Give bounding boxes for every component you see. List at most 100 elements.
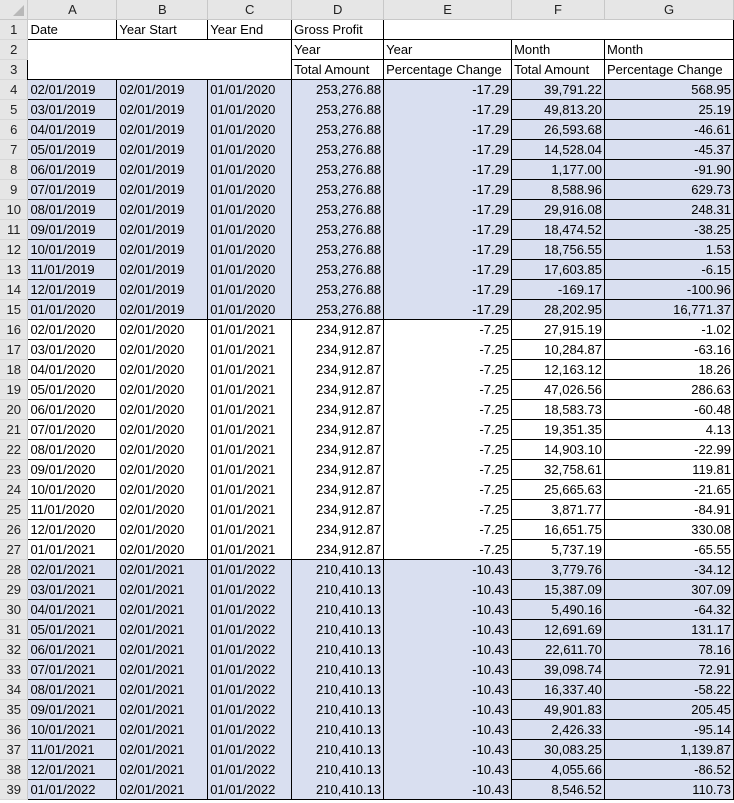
- cell-year-end[interactable]: 01/01/2021: [207, 339, 293, 360]
- cell-c1[interactable]: Year End: [207, 19, 293, 40]
- cell-month-total-amount[interactable]: 49,813.20: [511, 99, 605, 120]
- cell-month-total-amount[interactable]: 32,758.61: [511, 459, 605, 480]
- row-header[interactable]: 8: [0, 159, 29, 180]
- cell-month-total-amount[interactable]: 26,593.68: [511, 119, 605, 140]
- cell-month-total-amount[interactable]: 12,691.69: [511, 619, 605, 640]
- cell-year-start[interactable]: 02/01/2021: [116, 779, 209, 800]
- cell-year-start[interactable]: 02/01/2019: [116, 219, 209, 240]
- cell-month-percentage-change[interactable]: -45.37: [604, 139, 734, 160]
- cell-year-start[interactable]: 02/01/2019: [116, 239, 209, 260]
- cell-month-total-amount[interactable]: 28,202.95: [511, 299, 605, 320]
- cell-month-total-amount[interactable]: 22,611.70: [511, 639, 605, 660]
- cell-month-percentage-change[interactable]: 307.09: [604, 579, 734, 600]
- cell-month-percentage-change[interactable]: -86.52: [604, 759, 734, 780]
- cell-month-total-amount[interactable]: 1,177.00: [511, 159, 605, 180]
- cell-date[interactable]: 03/01/2021: [27, 579, 118, 600]
- cell-year-total-amount[interactable]: 234,912.87: [291, 339, 385, 360]
- cell-year-total-amount[interactable]: 253,276.88: [291, 99, 385, 120]
- cell-year-end[interactable]: 01/01/2022: [207, 679, 293, 700]
- cell-year-end[interactable]: 01/01/2022: [207, 739, 293, 760]
- row-header[interactable]: 7: [0, 139, 29, 160]
- cell-month-total-amount[interactable]: 12,163.12: [511, 359, 605, 380]
- cell-month-total-amount[interactable]: 14,903.10: [511, 439, 605, 460]
- column-header-b[interactable]: B: [116, 0, 209, 20]
- cell-d3[interactable]: Total Amount: [291, 59, 385, 80]
- cell-year-percentage-change[interactable]: -10.43: [383, 699, 513, 720]
- cell-year-total-amount[interactable]: 210,410.13: [291, 639, 385, 660]
- cell-year-end[interactable]: 01/01/2021: [207, 419, 293, 440]
- cell-month-total-amount[interactable]: 5,490.16: [511, 599, 605, 620]
- cell-year-percentage-change[interactable]: -7.25: [383, 499, 513, 520]
- cell-month-total-amount[interactable]: 39,791.22: [511, 79, 605, 100]
- cell-month-percentage-change[interactable]: -63.16: [604, 339, 734, 360]
- row-header[interactable]: 3: [0, 59, 29, 80]
- cell-year-percentage-change[interactable]: -7.25: [383, 359, 513, 380]
- cell-month-total-amount[interactable]: 8,546.52: [511, 779, 605, 800]
- cell-year-percentage-change[interactable]: -7.25: [383, 459, 513, 480]
- cell-month-total-amount[interactable]: 5,737.19: [511, 539, 605, 560]
- cell-year-end[interactable]: 01/01/2021: [207, 499, 293, 520]
- cell-date[interactable]: 10/01/2021: [27, 719, 118, 740]
- cell-year-total-amount[interactable]: 234,912.87: [291, 479, 385, 500]
- cell-year-end[interactable]: 01/01/2022: [207, 619, 293, 640]
- cell-month-total-amount[interactable]: 16,337.40: [511, 679, 605, 700]
- cell-a1[interactable]: Date: [27, 19, 118, 40]
- cell-year-total-amount[interactable]: 253,276.88: [291, 259, 385, 280]
- cell-month-percentage-change[interactable]: -46.61: [604, 119, 734, 140]
- cell-date[interactable]: 01/01/2022: [27, 779, 118, 800]
- row-header[interactable]: 26: [0, 519, 29, 540]
- cell-year-end[interactable]: 01/01/2022: [207, 599, 293, 620]
- cell-month-percentage-change[interactable]: 119.81: [604, 459, 734, 480]
- cell-year-percentage-change[interactable]: -10.43: [383, 559, 513, 580]
- cell-year-end[interactable]: 01/01/2020: [207, 79, 293, 100]
- cell-year-total-amount[interactable]: 234,912.87: [291, 459, 385, 480]
- cell-month-total-amount[interactable]: 30,083.25: [511, 739, 605, 760]
- cell-year-end[interactable]: 01/01/2020: [207, 299, 293, 320]
- cell-month-percentage-change[interactable]: -84.91: [604, 499, 734, 520]
- cell-year-start[interactable]: 02/01/2020: [116, 379, 209, 400]
- cell-b1[interactable]: Year Start: [116, 19, 209, 40]
- cell-date[interactable]: 09/01/2019: [27, 219, 118, 240]
- cell-year-start[interactable]: 02/01/2020: [116, 319, 209, 340]
- row-header[interactable]: 25: [0, 499, 29, 520]
- cell-year-start[interactable]: 02/01/2021: [116, 679, 209, 700]
- cell-year-percentage-change[interactable]: -7.25: [383, 339, 513, 360]
- cell-year-start[interactable]: 02/01/2019: [116, 159, 209, 180]
- cell-month-percentage-change[interactable]: -60.48: [604, 399, 734, 420]
- cell-year-start[interactable]: 02/01/2019: [116, 139, 209, 160]
- cell-date[interactable]: 11/01/2020: [27, 499, 118, 520]
- cell-month-percentage-change[interactable]: 1,139.87: [604, 739, 734, 760]
- cell-month-percentage-change[interactable]: 330.08: [604, 519, 734, 540]
- cell-year-percentage-change[interactable]: -17.29: [383, 239, 513, 260]
- cell-year-total-amount[interactable]: 253,276.88: [291, 79, 385, 100]
- cell-date[interactable]: 08/01/2021: [27, 679, 118, 700]
- cell-year-start[interactable]: 02/01/2021: [116, 619, 209, 640]
- cell-month-total-amount[interactable]: 39,098.74: [511, 659, 605, 680]
- cell-year-total-amount[interactable]: 210,410.13: [291, 759, 385, 780]
- cell-year-total-amount[interactable]: 234,912.87: [291, 379, 385, 400]
- cell-year-end[interactable]: 01/01/2020: [207, 159, 293, 180]
- cell-date[interactable]: 12/01/2020: [27, 519, 118, 540]
- cell-year-end[interactable]: 01/01/2020: [207, 99, 293, 120]
- cell-month-total-amount[interactable]: -169.17: [511, 279, 605, 300]
- row-header[interactable]: 11: [0, 219, 29, 240]
- cell-year-total-amount[interactable]: 234,912.87: [291, 359, 385, 380]
- cell-month-percentage-change[interactable]: -58.22: [604, 679, 734, 700]
- row-header[interactable]: 37: [0, 739, 29, 760]
- cell-year-total-amount[interactable]: 210,410.13: [291, 619, 385, 640]
- cell-month-percentage-change[interactable]: 78.16: [604, 639, 734, 660]
- cell-date[interactable]: 12/01/2019: [27, 279, 118, 300]
- cell-year-total-amount[interactable]: 253,276.88: [291, 179, 385, 200]
- cell-year-end[interactable]: 01/01/2021: [207, 539, 293, 560]
- cell-year-start[interactable]: 02/01/2019: [116, 259, 209, 280]
- cell-month-percentage-change[interactable]: 248.31: [604, 199, 734, 220]
- cell-year-start[interactable]: 02/01/2020: [116, 439, 209, 460]
- cell-date[interactable]: 03/01/2020: [27, 339, 118, 360]
- row-header[interactable]: 22: [0, 439, 29, 460]
- cell-date[interactable]: 10/01/2019: [27, 239, 118, 260]
- cell-year-total-amount[interactable]: 234,912.87: [291, 419, 385, 440]
- cell-date[interactable]: 05/01/2021: [27, 619, 118, 640]
- cell-year-end[interactable]: 01/01/2022: [207, 759, 293, 780]
- cell-month-total-amount[interactable]: 15,387.09: [511, 579, 605, 600]
- cell-g2[interactable]: Month: [604, 39, 734, 60]
